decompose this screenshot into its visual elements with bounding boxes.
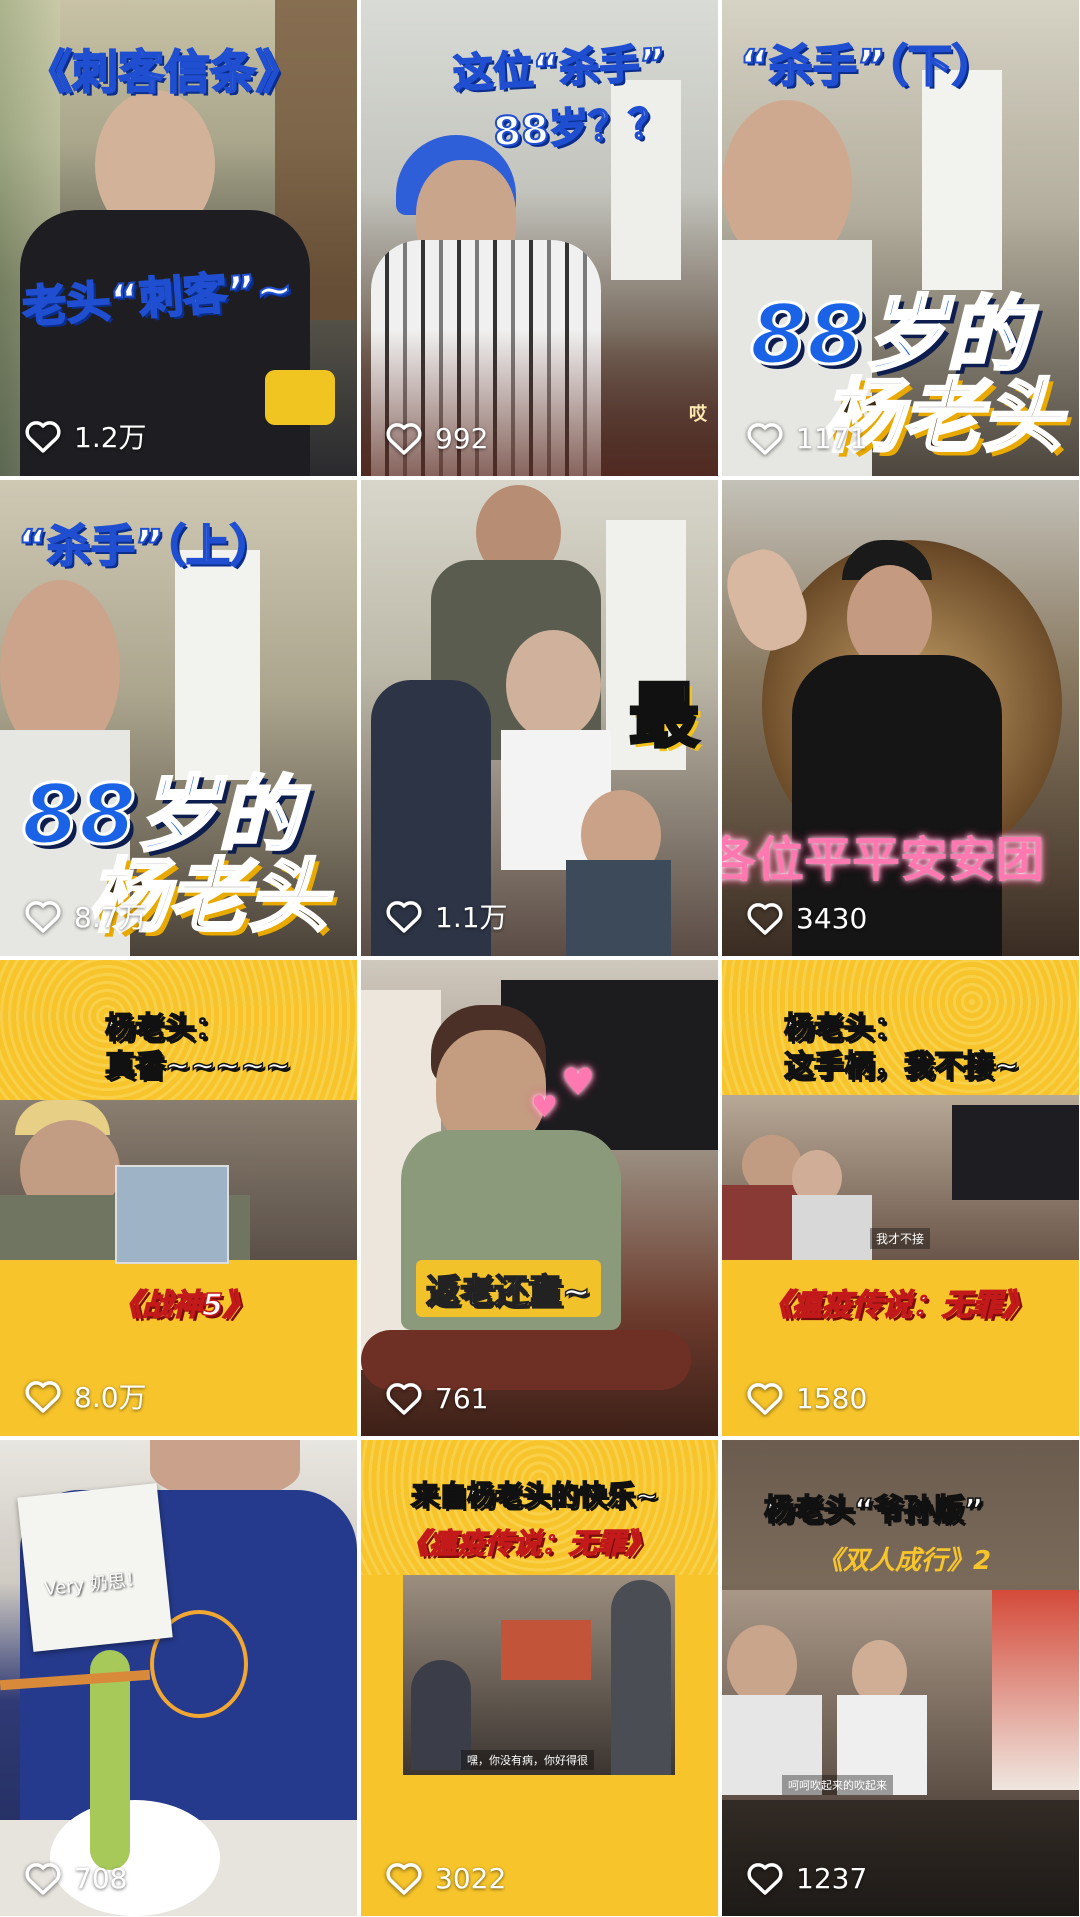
heart-icon: ♥ xyxy=(561,1060,596,1104)
like-count[interactable]: 3022 xyxy=(385,1860,506,1896)
video-tile[interactable]: 《刺客信条》 老头“刺客”~ 1.2万 xyxy=(0,0,357,476)
video-caption: 哎 xyxy=(689,404,707,425)
heart-outline-icon xyxy=(747,1863,783,1895)
video-caption: 返老还童~ xyxy=(416,1260,601,1317)
like-count-text: 1237 xyxy=(796,1861,868,1895)
like-count[interactable]: 992 xyxy=(385,420,488,456)
heart-outline-icon xyxy=(386,901,422,933)
like-count[interactable]: 1580 xyxy=(746,1380,867,1416)
subtitle-text: 我才不接 xyxy=(870,1228,931,1249)
heart-outline-icon xyxy=(25,1381,61,1413)
video-tile[interactable]: 最 1.1万 xyxy=(361,480,718,956)
video-grid: 《刺客信条》 老头“刺客”~ 1.2万 这位“杀手” 88岁？？ 哎 992 “… xyxy=(0,0,1080,1917)
video-caption: 杨老头“爷孙版” xyxy=(763,1492,984,1528)
like-count-text: 8.0万 xyxy=(74,1381,147,1414)
video-caption: 《双人成行》2 xyxy=(817,1546,992,1576)
like-count-text: 8.7万 xyxy=(74,901,147,934)
video-caption: “杀手”（上） xyxy=(17,520,275,573)
heart-outline-icon xyxy=(25,1863,61,1895)
heart-outline-icon xyxy=(25,901,61,933)
like-count-text: 1171 xyxy=(796,421,868,455)
heart-outline-icon xyxy=(386,1863,422,1895)
video-thumbnail xyxy=(361,960,718,1436)
video-caption: 《瘟疫传说：无罪》 xyxy=(400,1526,654,1561)
like-count-text: 1.2万 xyxy=(74,421,147,454)
like-count[interactable]: 761 xyxy=(385,1380,488,1416)
like-count-text: 3022 xyxy=(435,1861,507,1895)
like-count[interactable]: 1.1万 xyxy=(385,896,508,936)
like-count-text: 708 xyxy=(74,1861,128,1895)
like-count[interactable]: 3430 xyxy=(746,900,867,936)
heart-outline-icon xyxy=(386,423,422,455)
video-tile[interactable]: “杀手”（上） 88岁的 杨老头 8.7万 xyxy=(0,480,357,956)
video-caption: 这位“杀手” xyxy=(451,39,668,98)
like-count-text: 1580 xyxy=(796,1381,868,1415)
video-tile[interactable]: “杀手”（下） 88岁的 杨老头 1171 xyxy=(722,0,1079,476)
like-count-text: 1.1万 xyxy=(435,901,508,934)
like-count[interactable]: 708 xyxy=(24,1860,127,1896)
like-count[interactable]: 1237 xyxy=(746,1860,867,1896)
like-count[interactable]: 1.2万 xyxy=(24,416,147,456)
video-caption: 《刺客信条》 xyxy=(25,44,303,100)
video-caption: “杀手”（下） xyxy=(739,40,997,93)
video-caption: 各位平平安安团 xyxy=(722,832,1045,888)
like-count[interactable]: 8.7万 xyxy=(24,896,147,936)
heart-outline-icon xyxy=(747,1383,783,1415)
video-caption: 杨老头： xyxy=(104,1010,226,1046)
video-thumbnail xyxy=(0,1440,357,1916)
video-caption: 真香~~~~~ xyxy=(104,1048,291,1084)
like-count[interactable]: 8.0万 xyxy=(24,1376,147,1416)
like-count-text: 992 xyxy=(435,421,489,455)
video-caption: 88岁？？ xyxy=(491,99,671,156)
video-tile[interactable]: 杨老头： 这手柄，我不接~ 《瘟疫传说：无罪》 我才不接 1580 xyxy=(722,960,1079,1436)
video-tile[interactable]: Very 奶思！ 708 xyxy=(0,1440,357,1916)
video-tile[interactable]: 杨老头： 真香~~~~~ 《战神5》 8.0万 xyxy=(0,960,357,1436)
video-tile[interactable]: 来自杨老头的快乐~ 《瘟疫传说：无罪》 嘿，你没有病，你好得很 3022 xyxy=(361,1440,718,1916)
like-count-text: 761 xyxy=(435,1381,489,1415)
subtitle-text: 呵呵吹起来的吹起来 xyxy=(782,1775,893,1795)
heart-outline-icon xyxy=(747,903,783,935)
subtitle-text: 嘿，你没有病，你好得很 xyxy=(461,1750,594,1770)
video-caption: 最 xyxy=(628,674,701,759)
video-caption: 这手柄，我不接~ xyxy=(783,1048,1020,1084)
video-tile[interactable]: 各位平平安安团 3430 xyxy=(722,480,1079,956)
like-count-text: 3430 xyxy=(796,901,868,935)
heart-outline-icon xyxy=(25,421,61,453)
video-tile[interactable]: 杨老头“爷孙版” 《双人成行》2 呵呵吹起来的吹起来 1237 xyxy=(722,1440,1079,1916)
video-caption: 来自杨老头的快乐~ xyxy=(410,1478,659,1513)
video-caption: 《瘟疫传说：无罪》 xyxy=(761,1287,1033,1324)
video-caption: 杨老头： xyxy=(783,1010,905,1046)
heart-outline-icon xyxy=(747,423,783,455)
video-tile[interactable]: 这位“杀手” 88岁？？ 哎 992 xyxy=(361,0,718,476)
like-count[interactable]: 1171 xyxy=(746,420,867,456)
heart-outline-icon xyxy=(386,1383,422,1415)
video-caption: 《战神5》 xyxy=(111,1287,253,1324)
video-tile[interactable]: ♥ ♥ 返老还童~ 761 xyxy=(361,960,718,1436)
heart-icon: ♥ xyxy=(531,1090,558,1125)
